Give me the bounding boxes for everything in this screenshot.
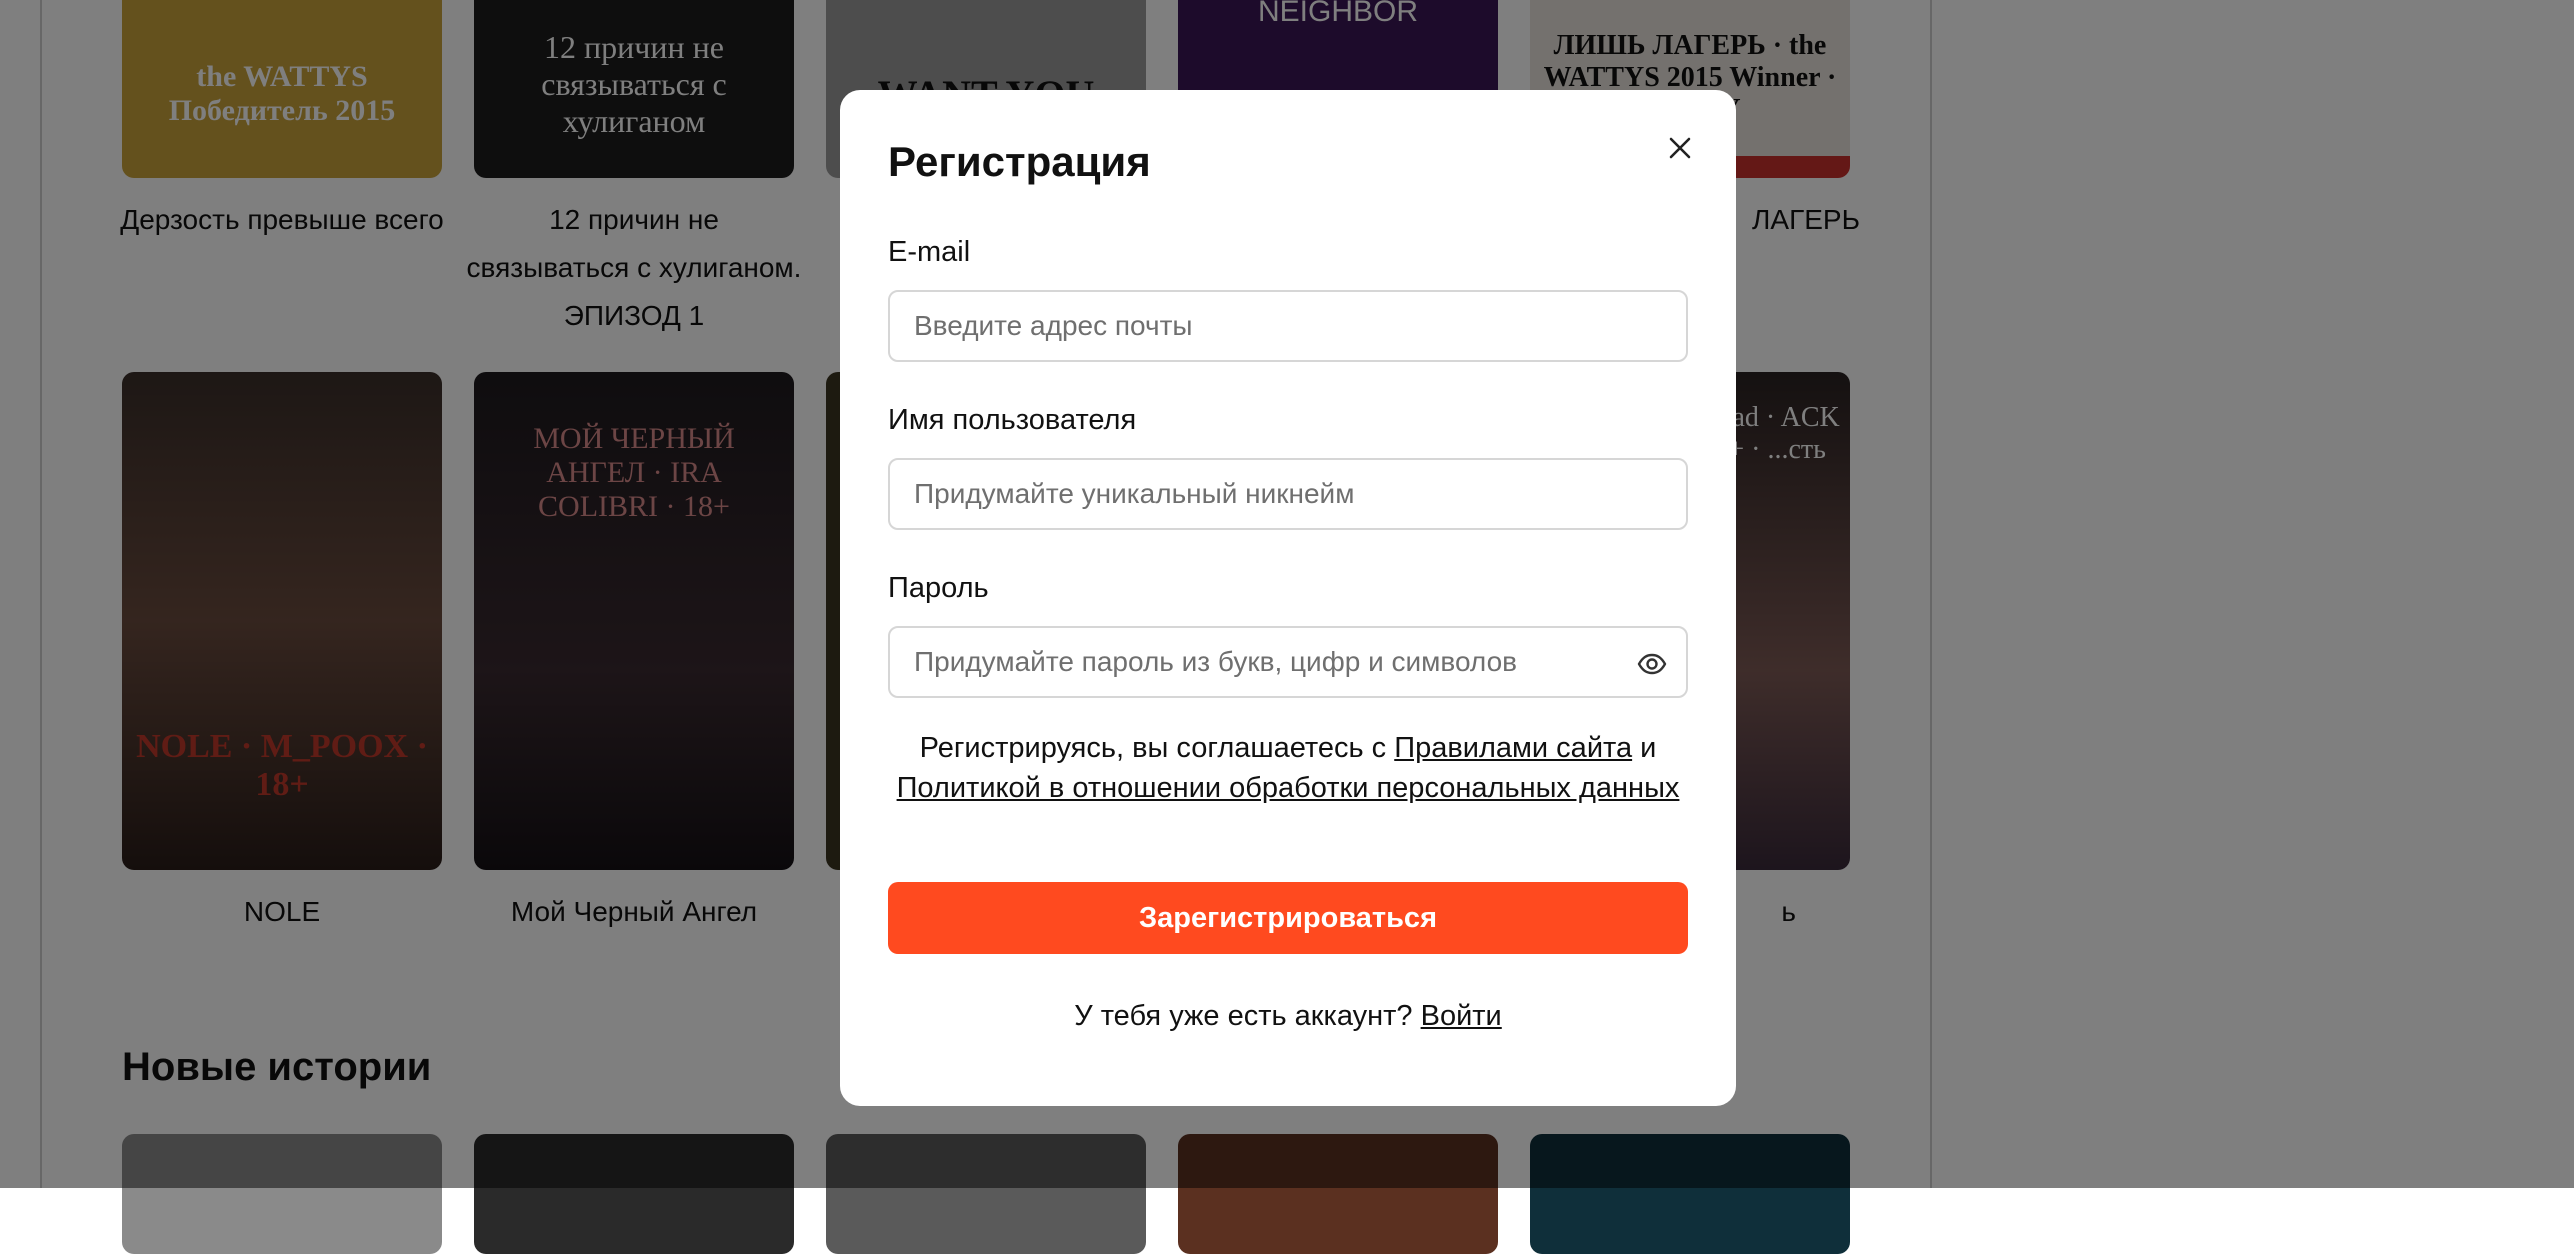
registration-modal: Регистрация E-mail Имя пользователя Паро… (840, 90, 1736, 1106)
username-field[interactable] (890, 460, 1686, 528)
terms-and: и (1632, 732, 1657, 764)
password-field-wrapper (888, 626, 1688, 698)
site-rules-link[interactable]: Правилами сайта (1394, 732, 1632, 764)
privacy-policy-link[interactable]: Политикой в отношении обработки персонал… (897, 772, 1680, 804)
show-password-button[interactable] (1632, 644, 1672, 684)
email-field-wrapper (888, 290, 1688, 362)
terms-text: Регистрируясь, вы соглашаетесь с Правила… (888, 728, 1688, 808)
modal-title: Регистрация (888, 138, 1151, 185)
login-prompt: У тебя уже есть аккаунт? (1074, 1000, 1421, 1032)
register-button[interactable]: Зарегистрироваться (888, 882, 1688, 954)
password-field[interactable] (890, 628, 1686, 696)
email-label: E-mail (888, 236, 971, 268)
password-label: Пароль (888, 572, 989, 604)
username-label: Имя пользователя (888, 404, 1137, 436)
email-field[interactable] (890, 292, 1686, 360)
login-link[interactable]: Войти (1421, 1000, 1502, 1032)
login-row: У тебя уже есть аккаунт? Войти (840, 1000, 1736, 1033)
close-button[interactable] (1658, 126, 1702, 170)
username-field-wrapper (888, 458, 1688, 530)
terms-prefix: Регистрируясь, вы соглашаетесь с (919, 732, 1395, 764)
close-icon (1669, 137, 1691, 159)
eye-icon (1637, 653, 1667, 675)
